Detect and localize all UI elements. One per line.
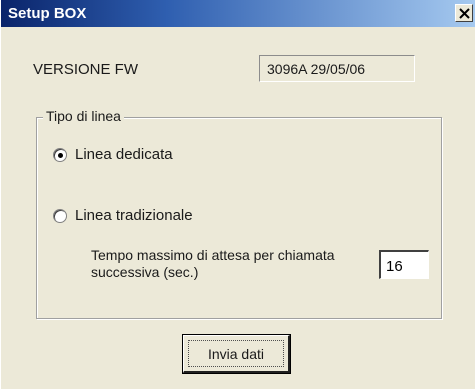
firmware-version-value: 3096A 29/05/06 <box>259 55 415 82</box>
title-bar[interactable]: Setup BOX <box>1 0 475 27</box>
send-data-button[interactable]: Invia dati <box>182 334 291 374</box>
wait-time-label: Tempo massimo di attesa per chiamata suc… <box>91 247 335 280</box>
line-type-legend: Tipo di linea <box>43 108 124 124</box>
dedicated-line-label[interactable]: Linea dedicata <box>75 146 173 163</box>
wait-time-input[interactable] <box>379 250 429 279</box>
close-button[interactable] <box>455 4 473 22</box>
dedicated-line-radio[interactable] <box>53 148 67 162</box>
window-title: Setup BOX <box>8 5 87 22</box>
firmware-version-label: VERSIONE FW <box>33 61 139 78</box>
close-icon <box>459 8 470 19</box>
setup-box-dialog: Setup BOX VERSIONE FW 3096A 29/05/06 Tip… <box>0 0 475 391</box>
traditional-line-label[interactable]: Linea tradizionale <box>75 207 193 224</box>
send-data-label: Invia dati <box>207 345 265 362</box>
traditional-line-radio[interactable] <box>53 209 67 223</box>
